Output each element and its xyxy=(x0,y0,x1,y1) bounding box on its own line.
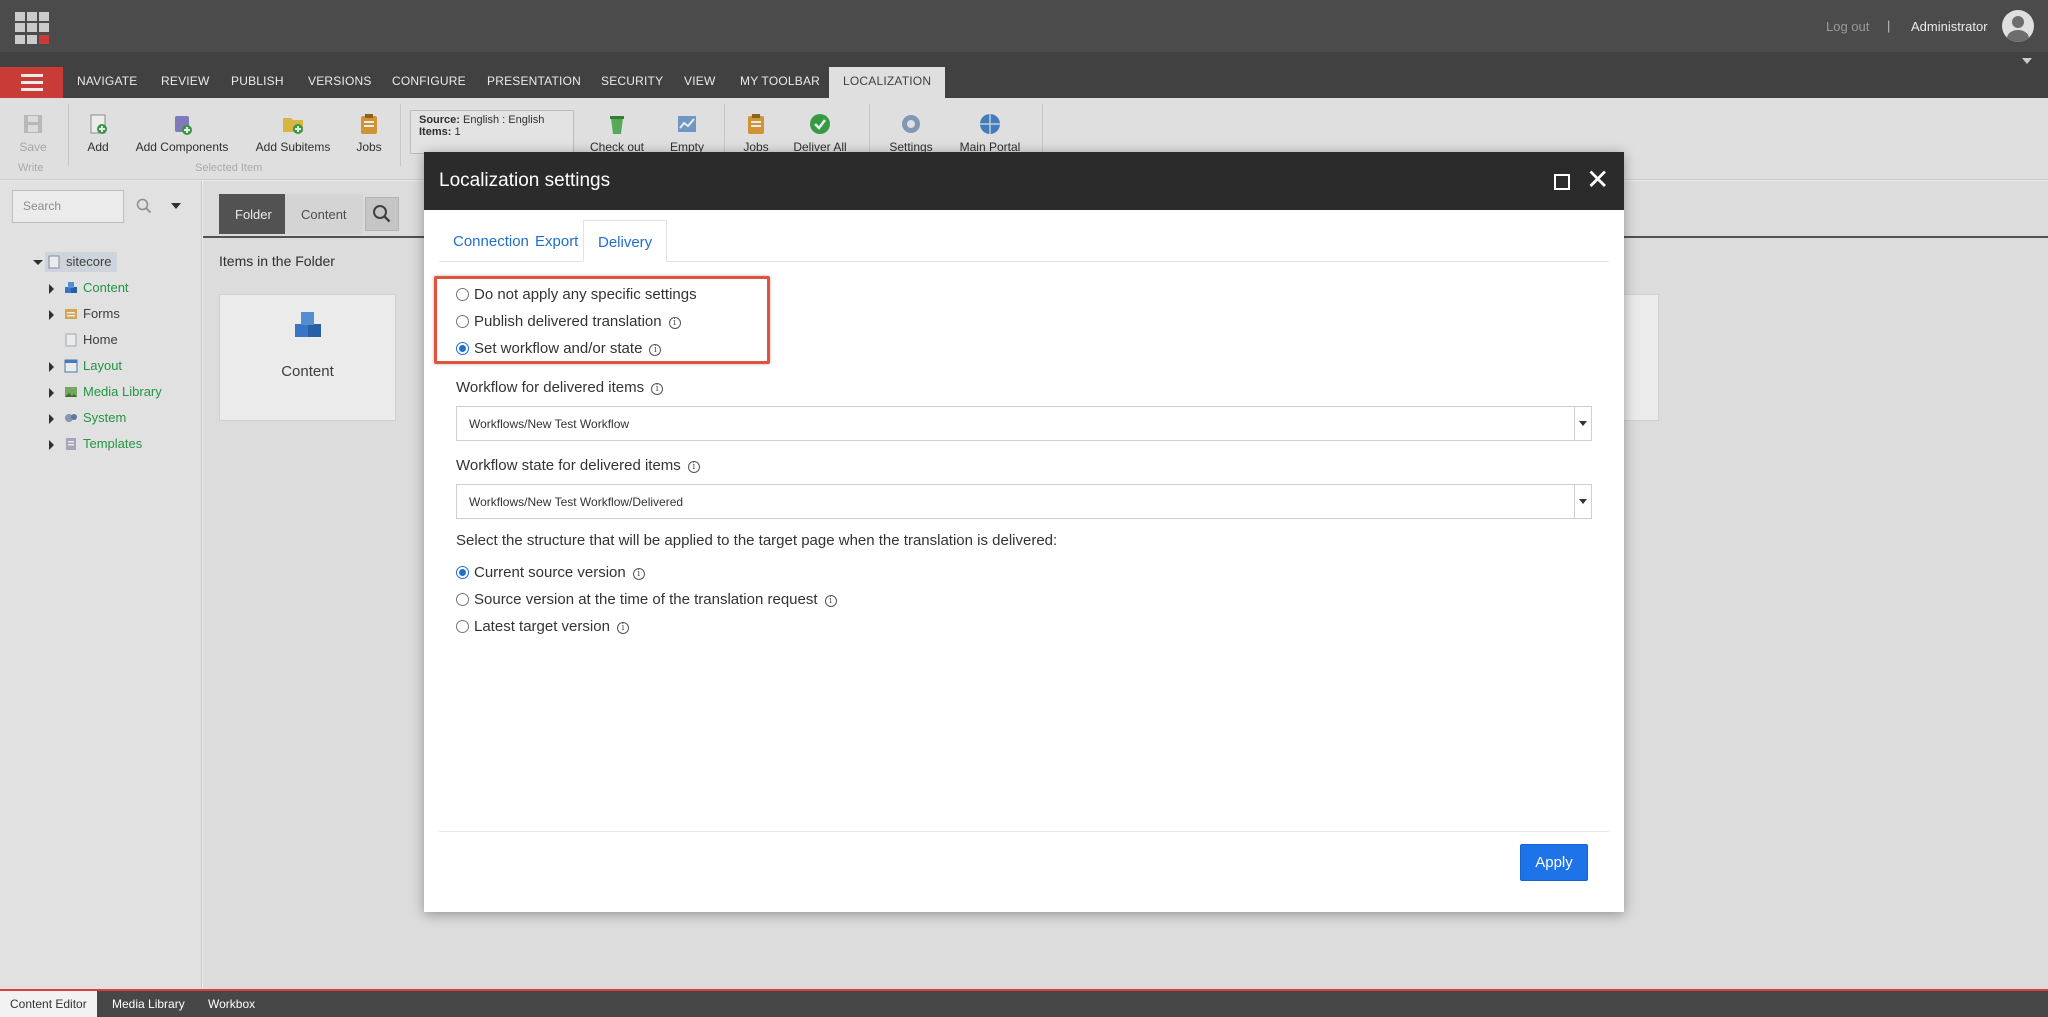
radio-button[interactable] xyxy=(456,566,469,579)
workflow-select[interactable]: Workflows/New Test Workflow xyxy=(456,406,1592,441)
tab-content-editor[interactable]: Content Editor xyxy=(0,991,97,1017)
radio-label-wrap: Publish delivered translation i xyxy=(474,313,681,330)
chevron-down-icon[interactable] xyxy=(1574,485,1591,518)
info-icon[interactable]: i xyxy=(687,461,700,473)
radio-button[interactable] xyxy=(456,288,469,301)
radio-button[interactable] xyxy=(456,315,469,328)
radio-label: Publish delivered translation xyxy=(474,313,662,330)
dialog-tabs: Connection Export Delivery xyxy=(439,220,1609,262)
radio-label-wrap: Source version at the time of the transl… xyxy=(474,591,837,608)
radio-button[interactable] xyxy=(456,620,469,633)
tab-media-library[interactable]: Media Library xyxy=(102,991,195,1017)
info-icon[interactable]: i xyxy=(824,595,837,607)
tab-workbox[interactable]: Workbox xyxy=(198,991,265,1017)
radio-button[interactable] xyxy=(456,593,469,606)
radio-label: Do not apply any specific settings xyxy=(474,286,697,303)
apply-button[interactable]: Apply xyxy=(1520,844,1588,881)
workflow-state-select[interactable]: Workflows/New Test Workflow/Delivered xyxy=(456,484,1592,519)
info-icon[interactable]: i xyxy=(649,344,662,356)
radio-label: Current source version xyxy=(474,564,626,581)
workflow-state-label-text: Workflow state for delivered items xyxy=(456,457,681,474)
radio-label-wrap: Set workflow and/or state i xyxy=(474,340,662,357)
workflow-label: Workflow for delivered items i xyxy=(456,379,664,396)
radio-label: Set workflow and/or state xyxy=(474,340,643,357)
radio-button[interactable] xyxy=(456,342,469,355)
workflow-value: Workflows/New Test Workflow xyxy=(469,417,630,431)
structure-label: Select the structure that will be applie… xyxy=(456,532,1058,549)
radio-label: Latest target version xyxy=(474,618,610,635)
chevron-down-icon[interactable] xyxy=(1574,407,1591,440)
tab-delivery[interactable]: Delivery xyxy=(583,220,668,262)
localization-settings-dialog: Localization settings ✕ Connection Expor… xyxy=(424,152,1624,912)
info-icon[interactable]: i xyxy=(651,383,664,395)
workflow-state-value: Workflows/New Test Workflow/Delivered xyxy=(469,495,684,509)
dialog-footer-divider xyxy=(439,831,1609,832)
info-icon[interactable]: i xyxy=(668,317,681,329)
radio-label: Source version at the time of the transl… xyxy=(474,591,818,608)
maximize-icon[interactable] xyxy=(1554,174,1570,190)
dialog-header: Localization settings ✕ xyxy=(424,152,1624,210)
workflow-state-label: Workflow state for delivered items i xyxy=(456,457,700,474)
workflow-label-text: Workflow for delivered items xyxy=(456,379,645,396)
info-icon[interactable]: i xyxy=(632,568,645,580)
tab-export[interactable]: Export xyxy=(521,220,592,262)
bottom-tabs: Content Editor Media Library Workbox xyxy=(0,989,2048,1017)
radio-label-wrap: Current source version i xyxy=(474,564,645,581)
close-icon[interactable]: ✕ xyxy=(1586,166,1609,194)
radio-label-wrap: Latest target version i xyxy=(474,618,629,635)
info-icon[interactable]: i xyxy=(616,622,629,634)
dialog-title: Localization settings xyxy=(439,170,611,191)
